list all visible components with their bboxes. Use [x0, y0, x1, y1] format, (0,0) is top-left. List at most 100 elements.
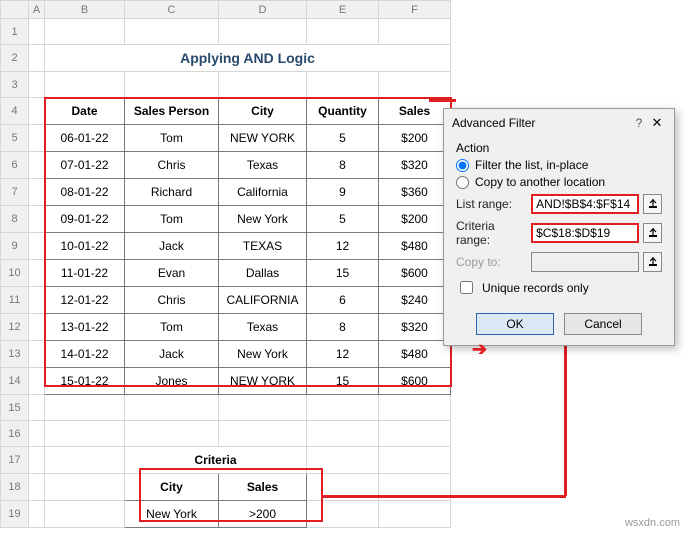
table-cell[interactable]: CALIFORNIA — [219, 287, 307, 314]
table-cell[interactable]: $600 — [379, 260, 451, 287]
row-header[interactable]: 15 — [1, 395, 29, 421]
table-cell[interactable]: $480 — [379, 233, 451, 260]
table-header: Date — [45, 98, 125, 125]
row-header[interactable]: 16 — [1, 421, 29, 447]
table-cell[interactable]: $240 — [379, 287, 451, 314]
col-header[interactable]: C — [125, 1, 219, 19]
table-cell[interactable]: 06-01-22 — [45, 125, 125, 152]
table-header: Sales Person — [125, 98, 219, 125]
table-cell[interactable]: 13-01-22 — [45, 314, 125, 341]
table-cell[interactable]: Jones — [125, 368, 219, 395]
table-cell[interactable]: 15 — [307, 368, 379, 395]
table-cell[interactable]: 9 — [307, 179, 379, 206]
table-cell[interactable]: Chris — [125, 287, 219, 314]
copy-to-label: Copy to: — [456, 255, 531, 269]
table-cell[interactable]: 10-01-22 — [45, 233, 125, 260]
row-header[interactable]: 12 — [1, 314, 29, 341]
table-cell[interactable]: $600 — [379, 368, 451, 395]
row-header[interactable]: 7 — [1, 179, 29, 206]
table-cell[interactable]: 09-01-22 — [45, 206, 125, 233]
row-header[interactable]: 19 — [1, 501, 29, 528]
table-cell[interactable]: $200 — [379, 125, 451, 152]
criteria-cell[interactable]: >200 — [219, 501, 307, 528]
table-cell[interactable]: $360 — [379, 179, 451, 206]
cancel-button[interactable]: Cancel — [564, 313, 642, 335]
list-range-input[interactable] — [531, 194, 639, 214]
help-button[interactable]: ? — [630, 116, 648, 130]
table-cell[interactable]: $480 — [379, 341, 451, 368]
unique-records-checkbox[interactable]: Unique records only — [456, 278, 662, 297]
table-cell[interactable]: 15 — [307, 260, 379, 287]
row-header[interactable]: 4 — [1, 98, 29, 125]
table-cell[interactable]: Jack — [125, 233, 219, 260]
table-cell[interactable]: 12-01-22 — [45, 287, 125, 314]
table-cell[interactable]: $320 — [379, 314, 451, 341]
table-header: Quantity — [307, 98, 379, 125]
option-filter-in-place[interactable]: Filter the list, in-place — [456, 158, 662, 172]
row-header[interactable]: 13 — [1, 341, 29, 368]
spreadsheet-grid[interactable]: A B C D E F 1 2 Applying AND Logic 3 4 D… — [0, 0, 451, 528]
table-cell[interactable]: Tom — [125, 125, 219, 152]
dialog-title: Advanced Filter — [452, 116, 630, 130]
row-header[interactable]: 9 — [1, 233, 29, 260]
table-cell[interactable]: 12 — [307, 341, 379, 368]
criteria-range-input[interactable] — [531, 223, 639, 243]
table-cell[interactable]: 8 — [307, 314, 379, 341]
col-header[interactable]: D — [219, 1, 307, 19]
table-cell[interactable]: Richard — [125, 179, 219, 206]
table-cell[interactable]: Texas — [219, 152, 307, 179]
checkbox-unique[interactable] — [460, 281, 473, 294]
table-cell[interactable]: Evan — [125, 260, 219, 287]
copy-to-input — [531, 252, 639, 272]
table-cell[interactable]: Chris — [125, 152, 219, 179]
option-copy-location[interactable]: Copy to another location — [456, 175, 662, 189]
row-header[interactable]: 2 — [1, 45, 29, 72]
table-cell[interactable]: 8 — [307, 152, 379, 179]
col-header[interactable]: B — [45, 1, 125, 19]
row-header[interactable]: 10 — [1, 260, 29, 287]
table-cell[interactable]: Jack — [125, 341, 219, 368]
table-cell[interactable]: Tom — [125, 206, 219, 233]
col-header[interactable]: F — [379, 1, 451, 19]
table-cell[interactable]: 5 — [307, 206, 379, 233]
col-header[interactable]: E — [307, 1, 379, 19]
table-cell[interactable]: $200 — [379, 206, 451, 233]
table-cell[interactable]: 11-01-22 — [45, 260, 125, 287]
table-cell[interactable]: $320 — [379, 152, 451, 179]
radio-in-place[interactable] — [456, 159, 469, 172]
row-header[interactable]: 8 — [1, 206, 29, 233]
table-cell[interactable]: New York — [219, 206, 307, 233]
table-cell[interactable]: 12 — [307, 233, 379, 260]
row-header[interactable]: 5 — [1, 125, 29, 152]
ok-button[interactable]: OK — [476, 313, 554, 335]
table-cell[interactable]: 15-01-22 — [45, 368, 125, 395]
table-cell[interactable]: 5 — [307, 125, 379, 152]
table-cell[interactable]: 08-01-22 — [45, 179, 125, 206]
row-header[interactable]: 11 — [1, 287, 29, 314]
table-cell[interactable]: NEW YORK — [219, 368, 307, 395]
range-picker-button[interactable] — [643, 223, 662, 243]
table-cell[interactable]: 07-01-22 — [45, 152, 125, 179]
table-cell[interactable]: California — [219, 179, 307, 206]
row-header[interactable]: 14 — [1, 368, 29, 395]
radio-copy[interactable] — [456, 176, 469, 189]
row-header[interactable]: 18 — [1, 474, 29, 501]
row-header[interactable]: 1 — [1, 19, 29, 45]
table-cell[interactable]: New York — [219, 341, 307, 368]
close-button[interactable]: ✕ — [648, 115, 666, 131]
table-cell[interactable]: NEW YORK — [219, 125, 307, 152]
table-cell[interactable]: Dallas — [219, 260, 307, 287]
criteria-cell[interactable]: New York — [125, 501, 219, 528]
table-cell[interactable]: 14-01-22 — [45, 341, 125, 368]
table-cell[interactable]: TEXAS — [219, 233, 307, 260]
page-title: Applying AND Logic — [45, 45, 451, 72]
range-picker-button[interactable] — [643, 194, 662, 214]
range-picker-button[interactable] — [643, 252, 662, 272]
row-header[interactable]: 17 — [1, 447, 29, 474]
table-cell[interactable]: Tom — [125, 314, 219, 341]
row-header[interactable]: 3 — [1, 72, 29, 98]
row-header[interactable]: 6 — [1, 152, 29, 179]
table-cell[interactable]: 6 — [307, 287, 379, 314]
table-cell[interactable]: Texas — [219, 314, 307, 341]
col-header[interactable]: A — [29, 1, 45, 19]
